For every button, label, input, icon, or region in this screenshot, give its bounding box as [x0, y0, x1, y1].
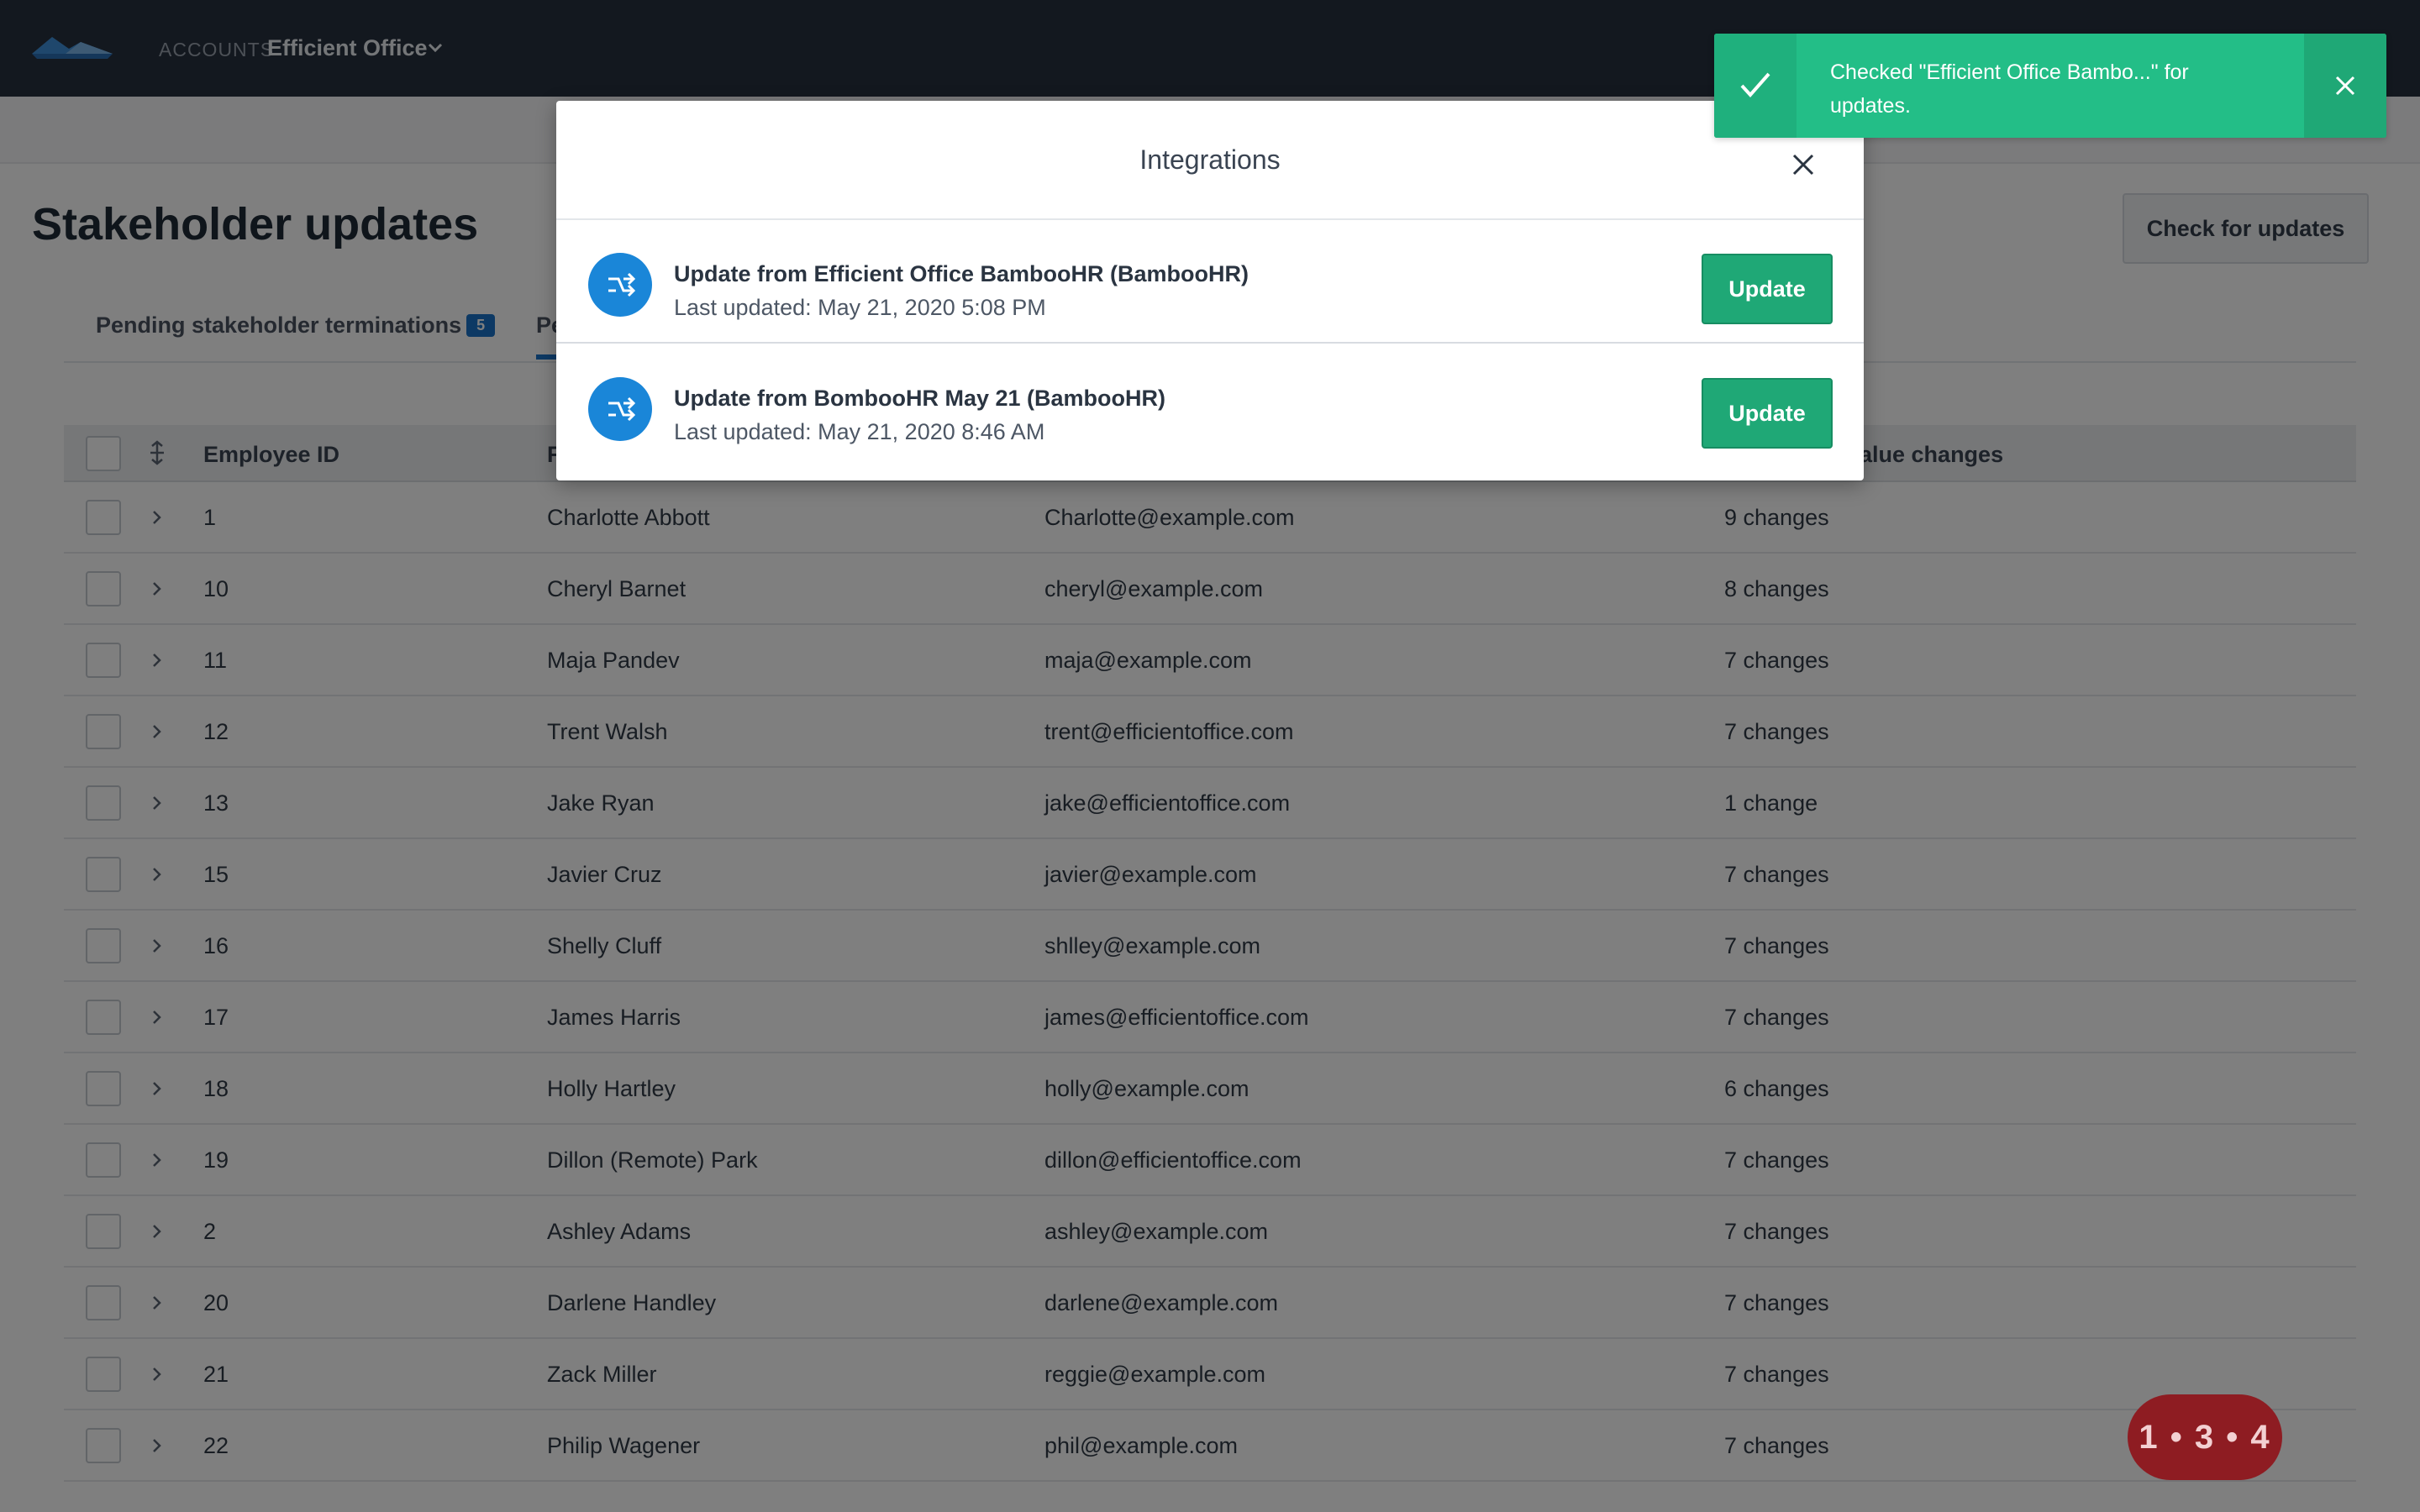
integration-item: Update from Efficient Office BambooHR (B…	[556, 221, 1864, 344]
toast-message: Checked "Efficient Office Bambo..." for …	[1830, 60, 2189, 118]
floating-widget-badge[interactable]: 1 • 3 • 4	[2128, 1394, 2282, 1480]
update-button[interactable]: Update	[1702, 254, 1833, 324]
integration-last-updated: Last updated: May 21, 2020 5:08 PM	[674, 295, 1046, 320]
update-button[interactable]: Update	[1702, 378, 1833, 449]
shuffle-icon	[588, 253, 652, 317]
integration-item: Update from BombooHR May 21 (BambooHR) L…	[556, 345, 1864, 468]
integration-title: Update from Efficient Office BambooHR (B…	[674, 261, 1249, 286]
checkmark-icon	[1740, 72, 1770, 97]
shuffle-icon	[588, 377, 652, 441]
toast-close-button[interactable]	[2304, 34, 2386, 138]
close-icon[interactable]	[2334, 75, 2356, 97]
toast-status	[1714, 34, 1797, 138]
integrations-modal: Integrations Update from Efficient Offic…	[556, 101, 1864, 480]
modal-title: Integrations	[1139, 144, 1281, 175]
integration-last-updated: Last updated: May 21, 2020 8:46 AM	[674, 419, 1045, 444]
close-icon[interactable]	[1790, 151, 1817, 178]
success-toast: Checked "Efficient Office Bambo..." for …	[1714, 34, 2386, 138]
integration-title: Update from BombooHR May 21 (BambooHR)	[674, 386, 1166, 411]
modal-header: Integrations	[556, 101, 1864, 220]
